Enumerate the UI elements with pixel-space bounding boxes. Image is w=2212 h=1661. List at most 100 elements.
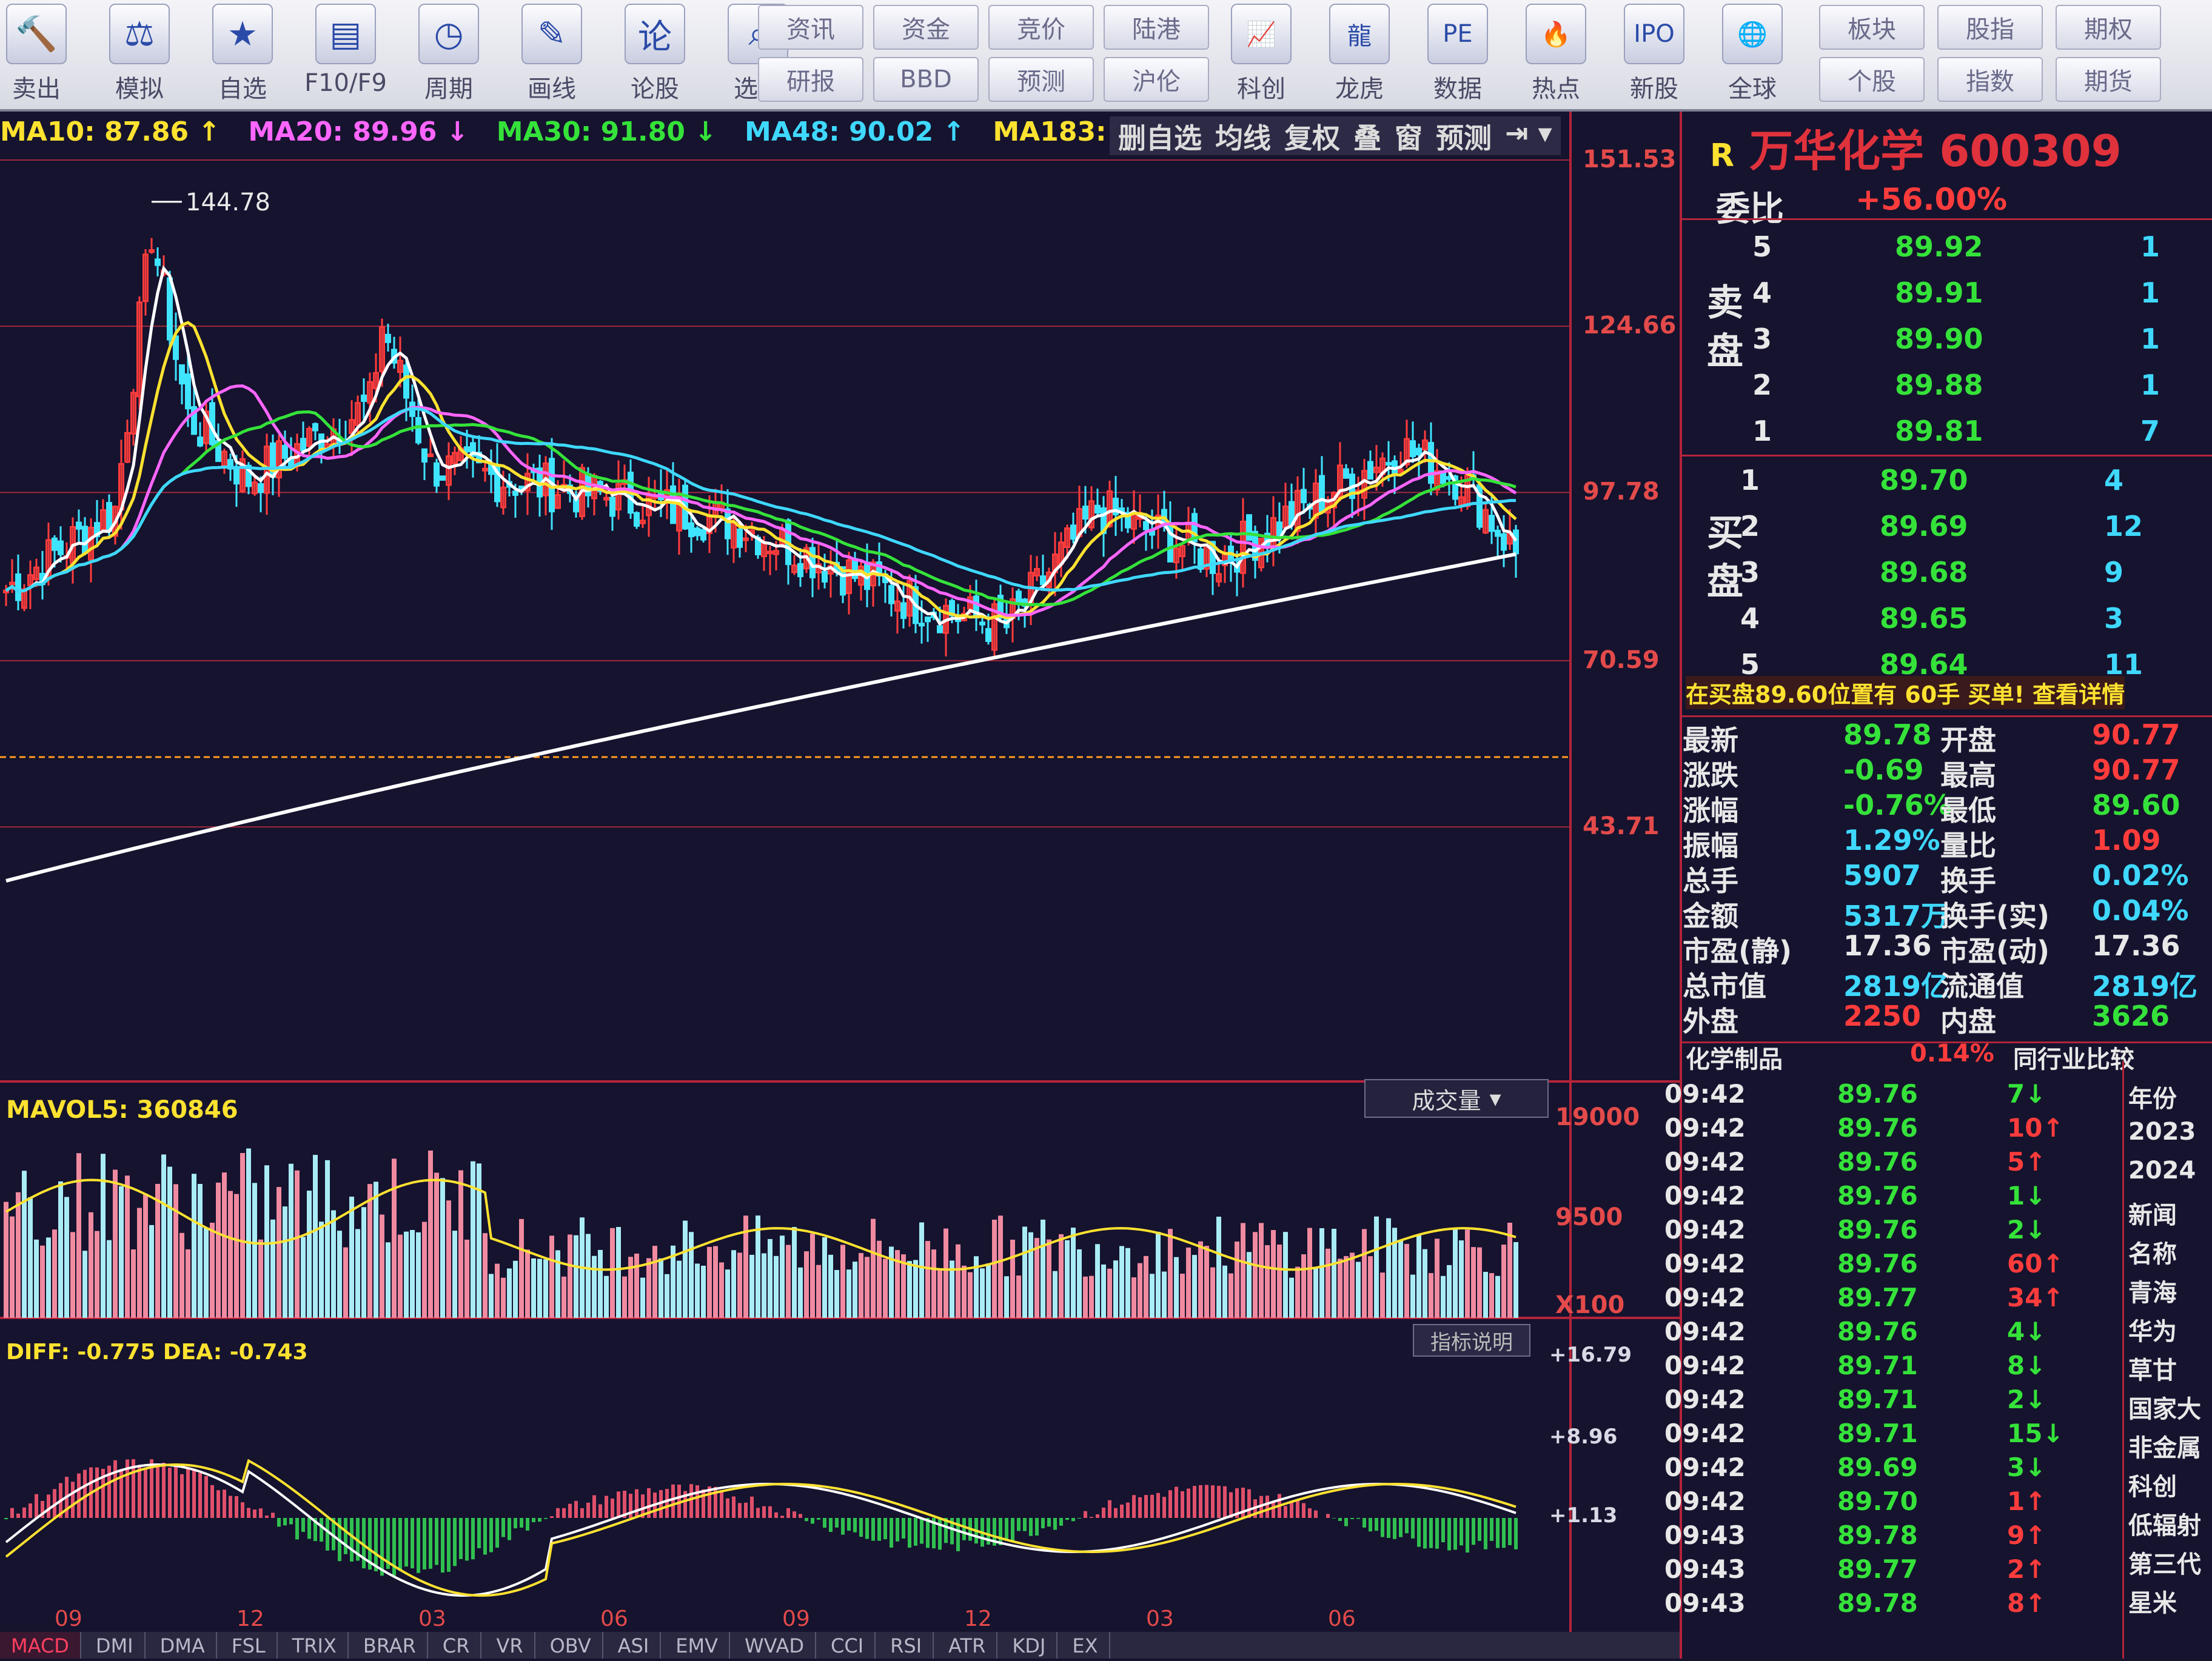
- chart-tool-button[interactable]: 叠: [1353, 116, 1381, 155]
- toolbar-text-button[interactable]: 研报: [758, 57, 863, 102]
- indicator-tab[interactable]: DMI: [85, 1632, 146, 1659]
- candle-body: [938, 626, 942, 632]
- volume-bar: [737, 1252, 742, 1318]
- indicator-tab[interactable]: RSI: [879, 1632, 934, 1659]
- macd-bar: [847, 1518, 851, 1531]
- indicator-tab[interactable]: VR: [485, 1632, 535, 1659]
- candle-body: [1302, 490, 1306, 503]
- macd-bar: [501, 1518, 505, 1537]
- volume-bar: [295, 1171, 300, 1318]
- toolbar-watch-button[interactable]: ★自选: [194, 4, 291, 105]
- side-list-item[interactable]: 华为: [2128, 1312, 2177, 1347]
- side-list-item[interactable]: 国家大: [2128, 1389, 2201, 1425]
- candle-body: [1514, 530, 1518, 553]
- toolbar-period-button[interactable]: ◷周期: [400, 4, 497, 105]
- volume-bar: [1059, 1234, 1064, 1318]
- indicator-tab[interactable]: MACD: [0, 1632, 81, 1659]
- toolbar-draw-button[interactable]: ✎画线: [503, 4, 600, 105]
- sector-name[interactable]: 化学制品: [1686, 1040, 1783, 1075]
- indicator-help-button[interactable]: 指标说明: [1413, 1324, 1530, 1357]
- indicator-tab[interactable]: EMV: [665, 1632, 730, 1659]
- volume-bar: [701, 1266, 706, 1318]
- indicator-tab[interactable]: DMA: [149, 1632, 217, 1659]
- indicator-tab[interactable]: FSL: [221, 1632, 278, 1659]
- volume-bar: [1150, 1274, 1155, 1318]
- side-list-item[interactable]: 星米: [2128, 1583, 2177, 1619]
- side-list-item[interactable]: 第三代: [2128, 1545, 2201, 1580]
- ask-level: 2: [1752, 369, 1772, 401]
- chart-tool-button[interactable]: 预测: [1436, 116, 1492, 155]
- toolbar-text-button[interactable]: 期权: [2056, 5, 2161, 50]
- indicator-tab[interactable]: WVAD: [734, 1632, 816, 1659]
- side-list-item[interactable]: 科创: [2128, 1467, 2177, 1502]
- indicator-tab[interactable]: KDJ: [1001, 1632, 1057, 1659]
- time-axis-label: 06: [600, 1606, 628, 1631]
- indicator-tab[interactable]: CR: [432, 1632, 482, 1659]
- sector-compare-button[interactable]: 同行业比较: [2013, 1040, 2134, 1075]
- toolbar-longhu-button[interactable]: 龍龙虎: [1311, 4, 1408, 105]
- volume-bar: [610, 1228, 615, 1318]
- indicator-tab[interactable]: ATR: [937, 1632, 997, 1659]
- volume-bar: [367, 1184, 372, 1318]
- toolbar-global-button[interactable]: 🌐全球: [1704, 4, 1801, 105]
- side-list-item[interactable]: 草甘: [2128, 1351, 2177, 1386]
- candle-body: [483, 469, 488, 470]
- stat-value: 1.29%: [1843, 824, 1940, 857]
- toolbar-text-button[interactable]: BBD: [873, 57, 979, 102]
- toolbar-ipo-button[interactable]: IPO新股: [1606, 4, 1703, 105]
- toolbar-f10-button[interactable]: ▤F10/F9: [297, 4, 394, 105]
- macd-bar: [1168, 1490, 1172, 1518]
- volume-bar: [1095, 1244, 1100, 1318]
- toolbar-hot-button[interactable]: 🔥热点: [1507, 4, 1604, 105]
- toolbar-text-button[interactable]: 股指: [1937, 5, 2043, 50]
- toolbar-text-button[interactable]: 陆港: [1104, 5, 1209, 50]
- toolbar-text-button[interactable]: 资金: [873, 5, 979, 50]
- toolbar-buy-button[interactable]: 🔨卖出: [0, 4, 85, 105]
- kline-chart[interactable]: 144.78: [0, 112, 1680, 1659]
- toolbar-text-button[interactable]: 预测: [988, 57, 1094, 102]
- volume-bar: [1259, 1223, 1264, 1318]
- volume-dropdown[interactable]: 成交量▾: [1364, 1079, 1549, 1118]
- toolbar-text-button[interactable]: 板块: [1819, 5, 1925, 50]
- side-list-item[interactable]: 低辐射: [2128, 1506, 2201, 1541]
- macd-bar: [938, 1518, 942, 1549]
- toolbar-text-button[interactable]: 资讯: [758, 5, 863, 50]
- chart-area[interactable]: 144.78: [0, 112, 1680, 1659]
- side-list-item[interactable]: 新闻: [2128, 1195, 2177, 1231]
- collapse-icon[interactable]: ⇥ ▾: [1505, 116, 1552, 155]
- toolbar-text-button[interactable]: 竞价: [988, 5, 1094, 50]
- order-notice[interactable]: 在买盘89.60位置有 60手 买单! 查看详情: [1686, 676, 2125, 709]
- ask-price: 89.88: [1895, 369, 1983, 401]
- volume-bar: [440, 1178, 445, 1318]
- side-list-item[interactable]: 青海: [2128, 1273, 2177, 1308]
- volume-bar: [1350, 1252, 1355, 1318]
- candle-body: [301, 439, 306, 450]
- side-list-item[interactable]: 2023: [2128, 1118, 2196, 1146]
- side-list-item[interactable]: 2024: [2128, 1157, 2196, 1185]
- toolbar-text-button[interactable]: 个股: [1819, 57, 1925, 102]
- indicator-tab[interactable]: CCI: [820, 1632, 876, 1659]
- indicator-tab[interactable]: OBV: [539, 1632, 603, 1659]
- indicator-tab[interactable]: EX: [1061, 1632, 1110, 1659]
- toolbar-text-button[interactable]: 指数: [1937, 57, 2043, 102]
- indicator-tab[interactable]: BRAR: [352, 1632, 428, 1659]
- chart-tool-button[interactable]: 删自选: [1118, 116, 1202, 155]
- toolbar-kechuang-button[interactable]: 📈科创: [1213, 4, 1310, 105]
- macd-bar: [592, 1496, 596, 1518]
- side-list-item[interactable]: 年份: [2128, 1079, 2177, 1114]
- macd-bar: [1381, 1518, 1384, 1537]
- toolbar-text-button[interactable]: 期货: [2056, 57, 2161, 102]
- toolbar-data-button[interactable]: PE数据: [1409, 4, 1506, 105]
- indicator-tab[interactable]: TRIX: [281, 1632, 349, 1659]
- toolbar-text-button[interactable]: 沪伦: [1104, 57, 1209, 102]
- volume-bar: [853, 1262, 857, 1318]
- chart-tool-button[interactable]: 复权: [1284, 116, 1340, 155]
- chart-tool-button[interactable]: 均线: [1215, 116, 1271, 155]
- toolbar-forum-button[interactable]: 论论股: [606, 4, 703, 105]
- side-list-item[interactable]: 非金属: [2128, 1428, 2201, 1463]
- chart-tool-button[interactable]: 窗: [1395, 116, 1423, 155]
- toolbar-sim-button[interactable]: ⚖模拟: [91, 4, 188, 105]
- side-list-item[interactable]: 名称: [2128, 1234, 2177, 1269]
- indicator-tab[interactable]: ASI: [607, 1632, 662, 1659]
- macd-bar: [1187, 1489, 1190, 1518]
